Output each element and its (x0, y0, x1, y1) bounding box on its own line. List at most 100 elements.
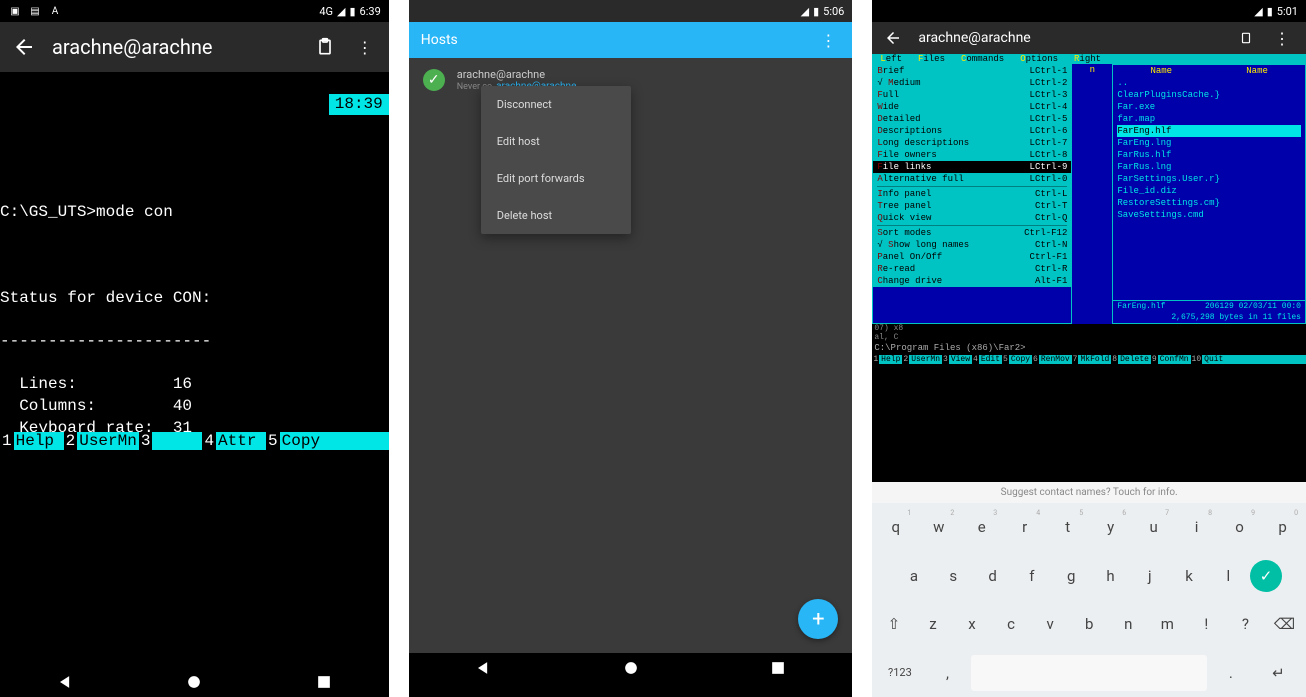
back-button[interactable] (55, 672, 75, 692)
key-m[interactable]: m (1150, 606, 1185, 642)
dropdown-item[interactable]: DescriptionsLCtrl-6 (873, 125, 1071, 137)
dropdown-item[interactable]: Re-readCtrl-R (873, 263, 1071, 275)
key-c[interactable]: c (994, 606, 1029, 642)
more-icon[interactable]: ⋮ (816, 28, 840, 52)
dropdown-item[interactable]: Change driveAlt-F1 (873, 275, 1071, 287)
menu-item[interactable]: Edit port forwards (481, 160, 631, 197)
dropdown-item[interactable]: √ MediumLCtrl-2 (873, 77, 1071, 89)
dropdown-item[interactable]: WideLCtrl-4 (873, 101, 1071, 113)
key-q[interactable]: q1 (876, 509, 915, 545)
more-icon[interactable]: ⋮ (353, 35, 377, 59)
add-host-fab[interactable]: + (798, 599, 838, 639)
key-g[interactable]: g (1054, 558, 1089, 594)
key-i[interactable]: i8 (1177, 509, 1216, 545)
file-row[interactable]: RestoreSettings.cm} (1117, 197, 1301, 209)
fn-key-1[interactable]: 1Help (872, 355, 902, 364)
dropdown-item[interactable]: Sort modesCtrl-F12 (873, 227, 1071, 239)
fn-key-6[interactable]: 6RenMov (1032, 355, 1072, 364)
dropdown-item[interactable]: Quick viewCtrl-Q (873, 212, 1071, 224)
fn-key-3[interactable]: 3 (139, 432, 203, 450)
home-button[interactable] (184, 672, 204, 692)
fn-key-5[interactable]: 5Copy (1002, 355, 1032, 364)
key-n[interactable]: n (1111, 606, 1146, 642)
shift-key[interactable]: ⇧ (876, 606, 911, 642)
file-row[interactable]: FarEng.hlf (1117, 125, 1301, 137)
file-row[interactable]: FarSettings.User.r} (1117, 173, 1301, 185)
backspace-key[interactable]: ⌫ (1267, 606, 1302, 642)
key-f[interactable]: f (1014, 558, 1049, 594)
key-v[interactable]: v (1033, 606, 1068, 642)
fn-key-1[interactable]: 1Help (0, 432, 64, 450)
tui-menu-item[interactable]: Commands (955, 54, 1010, 64)
key-s[interactable]: s (936, 558, 971, 594)
fn-key-10[interactable]: 10Quit (1191, 355, 1226, 364)
keyboard-suggestion[interactable]: Suggest contact names? Touch for info. (872, 482, 1306, 503)
home-button[interactable] (621, 658, 641, 678)
comma-key[interactable]: , (927, 655, 967, 691)
back-button[interactable] (473, 658, 493, 678)
key-y[interactable]: y6 (1091, 509, 1130, 545)
key-k[interactable]: k (1171, 558, 1206, 594)
fn-key-3[interactable]: 3View (942, 355, 972, 364)
dropdown-item[interactable]: File linksLCtrl-9 (873, 161, 1071, 173)
key-t[interactable]: t5 (1048, 509, 1087, 545)
space-key[interactable] (971, 655, 1206, 691)
fn-key-2[interactable]: 2UserMn (64, 432, 139, 450)
key-p[interactable]: p0 (1263, 509, 1302, 545)
key-x[interactable]: x (954, 606, 989, 642)
dropdown-item[interactable]: FullLCtrl-3 (873, 89, 1071, 101)
key-l[interactable]: l (1211, 558, 1246, 594)
fn-key-2[interactable]: 2UserMn (902, 355, 942, 364)
file-row[interactable]: FarEng.lng (1117, 137, 1301, 149)
tui-menu-bar[interactable]: Left Files Commands Options Right (872, 54, 1306, 64)
dropdown-item[interactable]: BriefLCtrl-1 (873, 65, 1071, 77)
tui-menu-item[interactable]: Files (912, 54, 951, 64)
key-b[interactable]: b (1072, 606, 1107, 642)
tui-menu-item[interactable]: Options (1014, 54, 1064, 64)
key-![interactable]: ! (1189, 606, 1224, 642)
key-o[interactable]: o9 (1220, 509, 1259, 545)
dropdown-item[interactable]: Info panelCtrl-L (873, 188, 1071, 200)
tui-menu-item[interactable]: Right (1068, 54, 1107, 64)
dropdown-item[interactable]: Long descriptionsLCtrl-7 (873, 137, 1071, 149)
dropdown-item[interactable]: Panel On/OffCtrl-F1 (873, 251, 1071, 263)
recents-button[interactable] (314, 672, 334, 692)
recents-button[interactable] (768, 658, 788, 678)
menu-item[interactable]: Disconnect (481, 86, 631, 123)
file-row[interactable]: .. (1117, 77, 1301, 89)
key-e[interactable]: e3 (962, 509, 1001, 545)
check-key[interactable]: ✓ (1250, 560, 1282, 592)
key-u[interactable]: u7 (1134, 509, 1173, 545)
file-row[interactable]: far.map (1117, 113, 1301, 125)
menu-item[interactable]: Delete host (481, 197, 631, 234)
key-h[interactable]: h (1093, 558, 1128, 594)
panel-menu-dropdown[interactable]: BriefLCtrl-1√ MediumLCtrl-2 FullLCtrl-3 … (873, 65, 1071, 287)
enter-key[interactable]: ↵ (1255, 655, 1302, 691)
dropdown-item[interactable]: DetailedLCtrl-5 (873, 113, 1071, 125)
fn-key-4[interactable]: 4Attr (202, 432, 266, 450)
more-icon[interactable]: ⋮ (1270, 26, 1294, 50)
key-w[interactable]: w2 (919, 509, 958, 545)
dropdown-item[interactable]: Tree panelCtrl-T (873, 200, 1071, 212)
key-z[interactable]: z (915, 606, 950, 642)
back-icon[interactable] (884, 29, 902, 47)
period-key[interactable]: . (1211, 655, 1251, 691)
clipboard-icon[interactable] (313, 35, 337, 59)
file-row[interactable]: FarRus.lng (1117, 161, 1301, 173)
command-line[interactable]: C:\Program Files (x86)\Far2> (872, 342, 1306, 354)
symbols-key[interactable]: ?123 (876, 655, 923, 691)
back-icon[interactable] (12, 35, 36, 59)
file-row[interactable]: SaveSettings.cmd (1117, 209, 1301, 221)
terminal-output[interactable]: 18:39 C:\GS_UTS>mode con Status for devi… (0, 72, 389, 432)
fn-key-4[interactable]: 4Edit (972, 355, 1002, 364)
fn-key-5[interactable]: 5Copy (266, 432, 330, 450)
dropdown-item[interactable]: √ Show long namesCtrl-N (873, 239, 1071, 251)
file-row[interactable]: Far.exe (1117, 101, 1301, 113)
menu-item[interactable]: Edit host (481, 123, 631, 160)
clipboard-icon[interactable] (1238, 30, 1254, 46)
tui-menu-item[interactable]: Left (874, 54, 908, 64)
dropdown-item[interactable]: Alternative fullLCtrl-0 (873, 173, 1071, 185)
dropdown-item[interactable]: File ownersLCtrl-8 (873, 149, 1071, 161)
key-d[interactable]: d (975, 558, 1010, 594)
fn-key-7[interactable]: 7MkFold (1072, 355, 1112, 364)
